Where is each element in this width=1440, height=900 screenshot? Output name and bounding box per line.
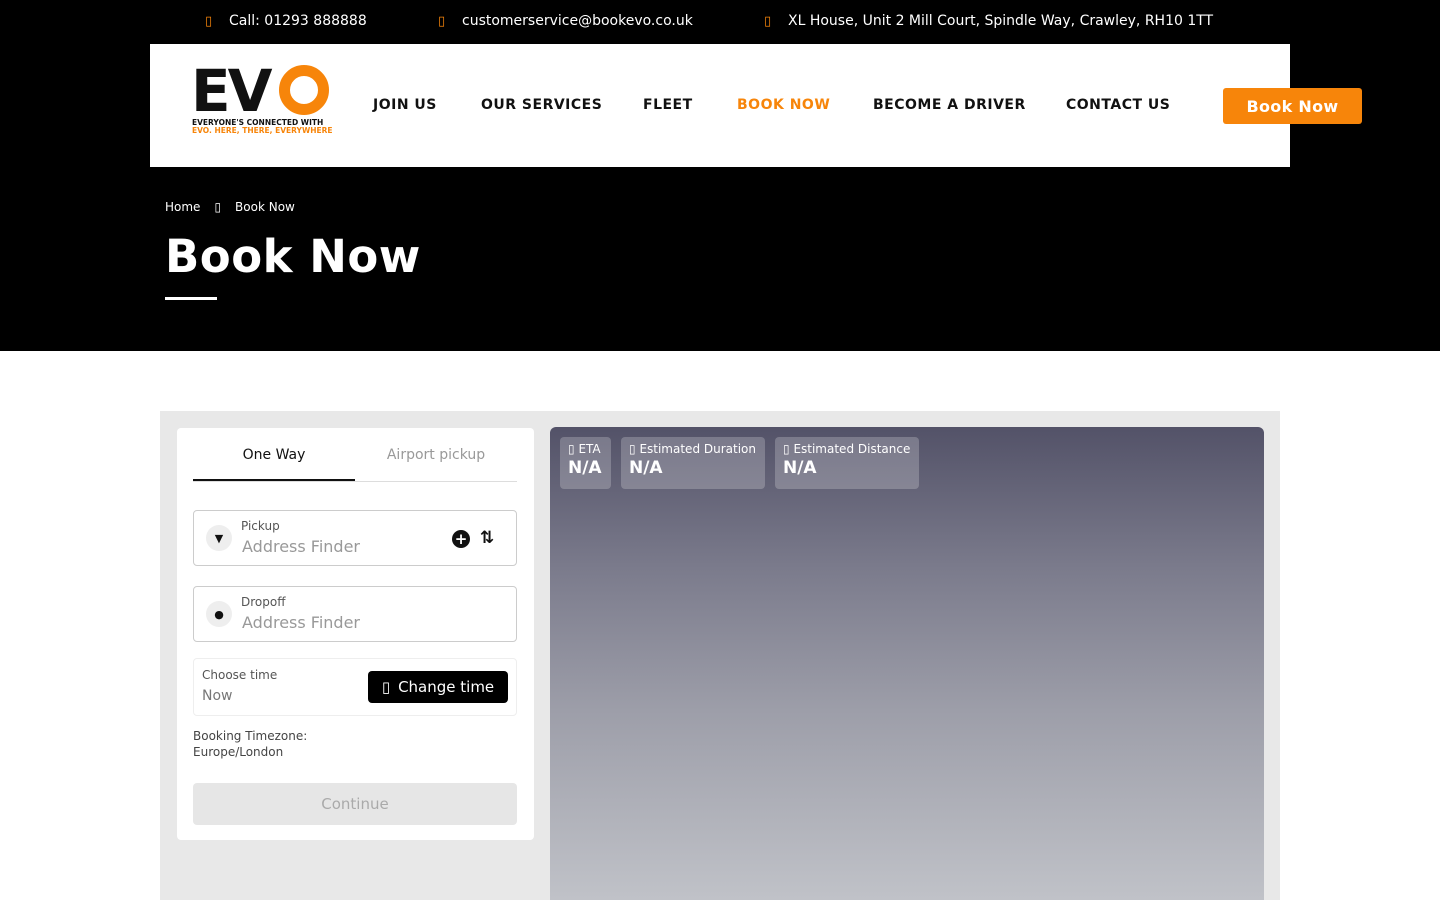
tabs-divider <box>193 481 517 482</box>
logo-wordmark: EV <box>191 57 272 125</box>
nav-fleet[interactable]: FLEET <box>643 97 693 113</box>
breadcrumb-home[interactable]: Home <box>165 200 200 214</box>
phone-text: Call: 01293 888888 <box>229 13 367 29</box>
envelope-icon: ▯ <box>438 13 446 29</box>
eta-value: N/A <box>568 458 602 478</box>
address-text: XL House, Unit 2 Mill Court, Spindle Way… <box>788 13 1214 29</box>
choose-time-value: Now <box>202 688 233 704</box>
booking-timezone: Booking Timezone: Europe/London <box>193 728 307 760</box>
main-header: EV EVERYONE'S CONNECTED WITH EVO. HERE, … <box>150 44 1290 167</box>
nav-become-a-driver[interactable]: BECOME A DRIVER <box>873 97 1026 113</box>
evo-logo[interactable]: EV EVERYONE'S CONNECTED WITH EVO. HERE, … <box>191 57 333 138</box>
tab-one-way[interactable]: One Way <box>193 447 355 463</box>
nav-book-now[interactable]: BOOK NOW <box>737 97 830 113</box>
page-title: Book Now <box>165 230 421 283</box>
timezone-label: Booking Timezone: <box>193 729 308 743</box>
distance-stat: ▯ Estimated Distance N/A <box>775 437 919 489</box>
timezone-value: Europe/London <box>193 745 284 759</box>
clock-icon: ▯ <box>381 678 391 696</box>
email-contact[interactable]: ▯ customerservice@bookevo.co.uk <box>438 13 693 29</box>
breadcrumb-current: Book Now <box>235 200 295 214</box>
route-map[interactable] <box>550 427 1264 900</box>
change-time-button[interactable]: ▯ Change time <box>368 671 508 703</box>
dropoff-input[interactable]: Address Finder <box>242 613 360 632</box>
pickup-field[interactable]: ▼ Pickup Address Finder + ⇅ <box>193 510 517 566</box>
duration-label: Estimated Duration <box>639 442 756 456</box>
pickup-label: Pickup <box>241 519 280 533</box>
duration-stat: ▯ Estimated Duration N/A <box>621 437 765 489</box>
duration-value: N/A <box>629 458 663 478</box>
title-underline <box>165 297 217 300</box>
distance-icon: ▯ <box>783 442 790 456</box>
address-contact: ▯ XL House, Unit 2 Mill Court, Spindle W… <box>764 13 1213 29</box>
dropoff-label: Dropoff <box>241 595 286 609</box>
logo-o-ring <box>279 65 329 115</box>
continue-button[interactable]: Continue <box>193 783 517 825</box>
logo-tagline-2: EVO. HERE, THERE, EVERYWHERE <box>192 126 333 135</box>
eta-stat: ▯ ETA N/A <box>560 437 611 489</box>
active-tab-indicator <box>193 479 355 481</box>
dropoff-marker-icon: ● <box>206 601 232 627</box>
eta-label: ETA <box>578 442 601 456</box>
tab-airport-pickup[interactable]: Airport pickup <box>355 447 517 463</box>
phone-icon: ▯ <box>205 13 213 29</box>
dropoff-field[interactable]: ● Dropoff Address Finder <box>193 586 517 642</box>
header-book-now-button[interactable]: Book Now <box>1223 88 1362 124</box>
breadcrumb: Home ▯ Book Now <box>165 200 295 214</box>
email-text: customerservice@bookevo.co.uk <box>462 13 693 29</box>
swap-locations-icon[interactable]: ⇅ <box>480 528 494 548</box>
nav-contact-us[interactable]: CONTACT US <box>1066 97 1170 113</box>
duration-icon: ▯ <box>629 442 636 456</box>
distance-label: Estimated Distance <box>793 442 911 456</box>
change-time-label: Change time <box>398 678 495 696</box>
distance-value: N/A <box>783 458 817 478</box>
phone-contact[interactable]: ▯ Call: 01293 888888 <box>205 13 367 29</box>
map-pin-icon: ▯ <box>764 13 772 29</box>
nav-join-us[interactable]: JOIN US <box>373 97 437 113</box>
nav-our-services[interactable]: OUR SERVICES <box>481 97 602 113</box>
pickup-marker-icon: ▼ <box>206 525 232 551</box>
eta-icon: ▯ <box>568 442 575 456</box>
choose-time-label: Choose time <box>202 668 278 682</box>
pickup-input[interactable]: Address Finder <box>242 537 360 556</box>
add-stop-icon[interactable]: + <box>452 530 470 548</box>
top-contact-bar: ▯ Call: 01293 888888 ▯ customerservice@b… <box>0 0 1440 44</box>
breadcrumb-separator-icon: ▯ <box>214 200 222 214</box>
